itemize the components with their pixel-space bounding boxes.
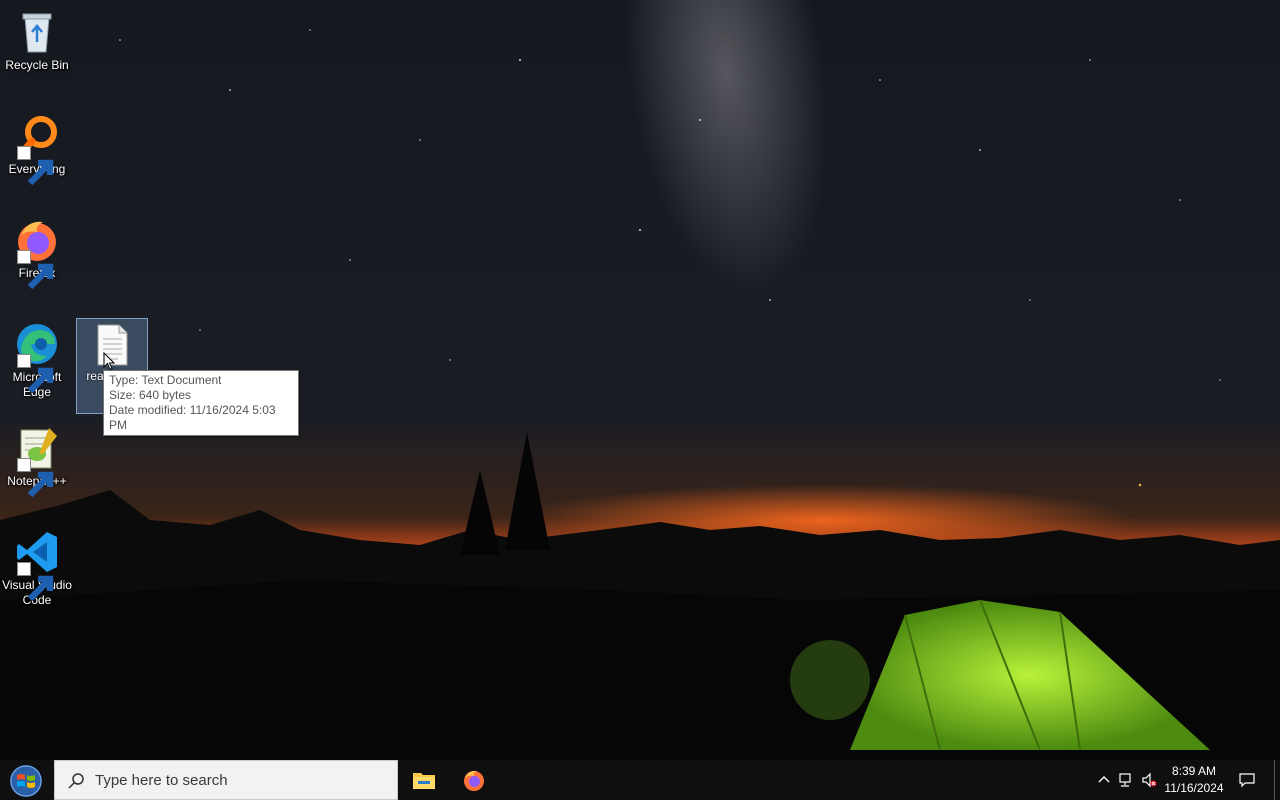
taskbar-search-box[interactable]: Type here to search xyxy=(54,760,398,800)
search-placeholder: Type here to search xyxy=(95,772,228,789)
desktop-icon-edge[interactable]: Microsoft Edge xyxy=(0,314,74,400)
file-info-tooltip: Type: Text Document Size: 640 bytes Date… xyxy=(103,370,299,436)
windows-start-icon xyxy=(10,765,42,797)
shortcut-arrow-icon xyxy=(17,354,54,394)
desktop-icon-notepadpp[interactable]: Notepad++ xyxy=(0,418,74,498)
clock-date: 11/16/2024 xyxy=(1164,781,1224,795)
notifications-icon xyxy=(1239,773,1255,788)
taskbar-app-file-explorer[interactable] xyxy=(400,760,448,800)
volume-muted-icon xyxy=(1142,772,1157,788)
file-explorer-icon xyxy=(413,773,435,789)
shortcut-arrow-icon xyxy=(17,458,54,498)
desktop-icon-firefox[interactable]: Firefox xyxy=(0,210,74,290)
taskbar-app-firefox[interactable] xyxy=(450,760,498,800)
taskbar-clock[interactable]: 8:39 AM 11/16/2024 xyxy=(1160,763,1228,797)
tooltip-date-modified: Date modified: 11/16/2024 5:03 PM xyxy=(109,403,276,432)
action-center-button[interactable] xyxy=(1236,760,1260,800)
everything-search-icon xyxy=(13,112,61,186)
start-button[interactable] xyxy=(0,760,52,800)
shortcut-arrow-icon xyxy=(17,250,54,290)
notepadpp-icon xyxy=(13,424,61,498)
show-desktop-button[interactable] xyxy=(1274,760,1280,800)
firefox-icon xyxy=(13,216,61,290)
edge-icon xyxy=(13,320,61,394)
desktop-icon-vscode[interactable]: Visual Studio Code xyxy=(0,522,74,608)
chevron-up-icon xyxy=(1098,776,1110,783)
recycle-bin-icon xyxy=(13,8,61,56)
vscode-icon xyxy=(13,528,61,602)
desktop-icon-everything[interactable]: Everything xyxy=(0,106,74,186)
desktop[interactable]: Recycle Bin Everything Firefox Microsoft… xyxy=(0,0,1280,760)
shortcut-arrow-icon xyxy=(17,562,54,602)
tray-network[interactable] xyxy=(1116,760,1136,800)
taskbar: Type here to search 8:39 AM 11/16/2024 xyxy=(0,760,1280,800)
network-icon xyxy=(1119,773,1131,787)
tooltip-type: Type: Text Document xyxy=(109,373,222,387)
tray-show-hidden-icons[interactable] xyxy=(1094,760,1112,800)
search-icon xyxy=(68,773,84,789)
firefox-icon xyxy=(464,770,484,791)
tooltip-size: Size: 640 bytes xyxy=(109,388,192,402)
shortcut-arrow-icon xyxy=(17,146,54,186)
desktop-icon-label: Recycle Bin xyxy=(5,58,69,72)
tray-volume-muted[interactable] xyxy=(1140,760,1160,800)
clock-time: 8:39 AM xyxy=(1171,764,1217,778)
desktop-icon-recycle-bin[interactable]: Recycle Bin xyxy=(0,2,74,73)
mouse-pointer-icon xyxy=(103,352,115,371)
